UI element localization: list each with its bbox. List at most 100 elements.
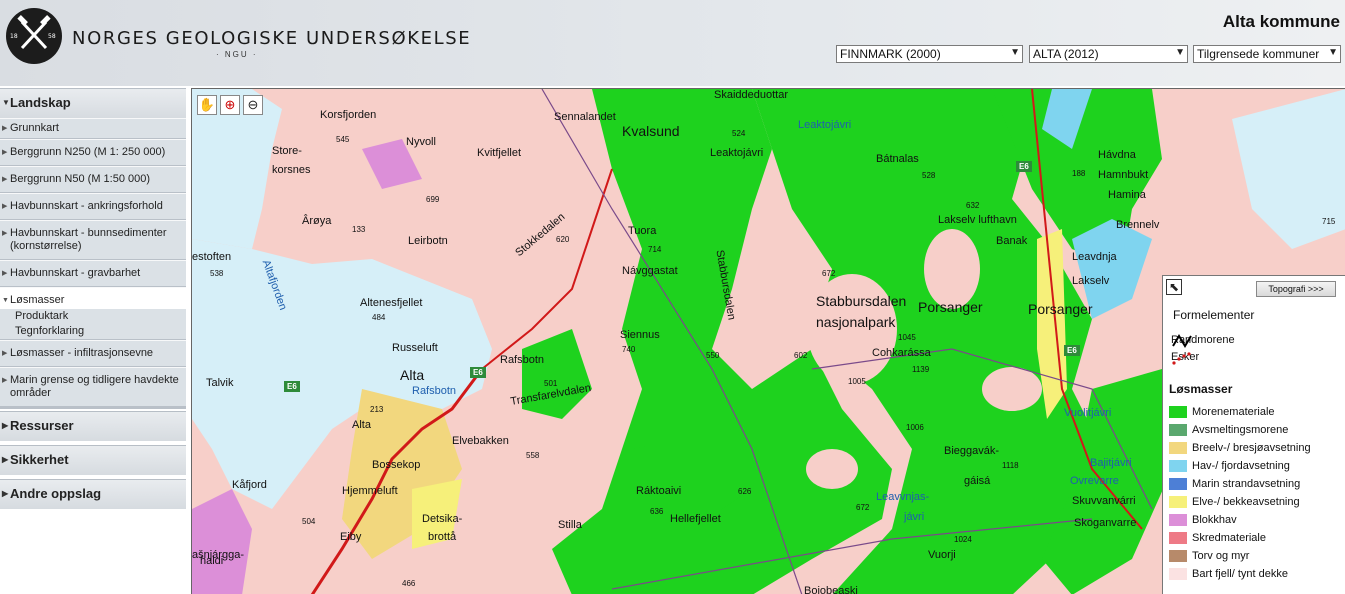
legend-swatch	[1169, 514, 1187, 526]
map-label: Kåfjord	[232, 479, 267, 491]
map-label: Rafsbotn	[500, 354, 545, 366]
legend-swatch	[1169, 496, 1187, 508]
legend-subheading: Løsmasser	[1169, 382, 1233, 396]
spot-height: 524	[732, 129, 746, 138]
sidebar-item-label: Havbunnskart - gravbarhet	[10, 267, 141, 279]
map-label: Store-	[272, 145, 302, 157]
caret-right-icon: ▶	[2, 350, 8, 357]
sidebar-subitem-tegnforklaring[interactable]: Tegnforklaring	[0, 324, 186, 340]
legend-heading: Formelementer	[1173, 308, 1255, 322]
legend-label: Hav-/ fjordavsetning	[1192, 460, 1290, 472]
map-label: Skoganvarre	[1074, 517, 1137, 529]
caret-right-icon: ▶	[2, 203, 8, 210]
caret-right-icon: ▶	[2, 230, 8, 237]
map-label: jávri	[904, 511, 925, 523]
spot-height: 672	[822, 269, 836, 278]
legend-row: Morenemateriale	[1169, 406, 1275, 418]
map-label: Porsanger	[1028, 301, 1093, 317]
randmorene-line-icon	[1172, 334, 1192, 348]
spot-height: 1139	[912, 365, 930, 374]
page-title: Alta kommune	[1222, 12, 1340, 31]
spot-height: 1024	[954, 535, 972, 544]
map-label: Hamnbukt	[1098, 169, 1149, 181]
road-shield-e6: E6	[470, 367, 486, 378]
county-select[interactable]: FINNMARK (2000) ▼	[836, 45, 1023, 63]
sidebar-item-marin-grense[interactable]: ▶ Marin grense og tidligere havdekte områ…	[0, 367, 186, 409]
legend-row: Bart fjell/ tynt dekke	[1169, 568, 1288, 580]
map-label: Leaktojávri	[710, 147, 764, 159]
category-ressurser[interactable]: ▶ Ressurser	[0, 411, 186, 441]
zoom-out-icon[interactable]: ⊖	[243, 95, 263, 115]
category-sikkerhet[interactable]: ▶ Sikkerhet	[0, 445, 186, 475]
map-label: gáisá	[964, 475, 991, 487]
caret-right-icon: ▶	[2, 421, 9, 430]
map-label: estoften	[192, 251, 232, 263]
map-toolbar: ✋ ⊕ ⊖	[197, 95, 263, 115]
map-label: Vuorji	[928, 549, 956, 561]
chevron-down-icon: ▼	[1010, 47, 1020, 58]
legend-swatch	[1169, 406, 1187, 418]
spot-height: 1118	[1002, 461, 1019, 470]
map-label: Leirbotn	[408, 235, 448, 247]
sidebar-item-berggrunn-n50[interactable]: ▶ Berggrunn N50 (M 1:50 000)	[0, 166, 186, 193]
map-label: Detsika-	[422, 513, 463, 525]
municipality-select-value: ALTA (2012)	[1033, 47, 1099, 61]
collapse-arrow-icon[interactable]: ⬉	[1166, 279, 1182, 295]
map-label: Lakselv	[1072, 275, 1110, 287]
logo-year-left: 18	[10, 33, 18, 40]
spot-height: 1045	[898, 333, 916, 342]
caret-right-icon: ▶	[2, 455, 9, 464]
legend-label: Marin strandavsetning	[1192, 478, 1301, 490]
spot-height: 504	[302, 517, 316, 526]
map-label: Skaiddeduottar	[714, 89, 788, 101]
legend-row: Marin strandavsetning	[1169, 478, 1300, 490]
spot-height: 213	[370, 405, 384, 414]
map-label: Ovrevarre	[1070, 475, 1119, 487]
sidebar-item-label: Løsmasser	[10, 294, 65, 306]
category-andre-oppslag[interactable]: ▶ Andre oppslag	[0, 479, 186, 509]
map-label: Návggastat	[622, 265, 678, 277]
spot-height: 602	[794, 351, 808, 360]
legend-row: Elve-/ bekkeavsetning	[1169, 496, 1300, 508]
caret-down-icon: ▼	[2, 98, 10, 107]
sidebar-item-havbunn-ankring[interactable]: ▶ Havbunnskart - ankringsforhold	[0, 193, 186, 220]
legend-swatch	[1169, 478, 1187, 490]
spot-height: 620	[556, 235, 570, 244]
county-select-value: FINNMARK (2000)	[840, 47, 941, 61]
map-label: Sennalandet	[554, 111, 616, 123]
pan-hand-icon[interactable]: ✋	[197, 95, 217, 115]
map-label: Kvitfjellet	[477, 147, 522, 159]
logo-year-right: 58	[48, 33, 56, 40]
neighbors-select[interactable]: Tilgrensede kommuner ▼	[1193, 45, 1341, 63]
legend-row: Skredmateriale	[1169, 532, 1266, 544]
sidebar-item-label: Berggrunn N50 (M 1:50 000)	[10, 173, 151, 185]
map-label: Hellefjellet	[670, 513, 721, 525]
map-label: Vuolitjávri	[1064, 407, 1112, 419]
topography-button[interactable]: Topografi >>>	[1256, 281, 1336, 297]
ngu-logo[interactable]: 18 58	[6, 8, 62, 64]
map-label: Leavvnjas-	[876, 491, 930, 503]
sidebar-item-berggrunn-n250[interactable]: ▶ Berggrunn N250 (M 1: 250 000)	[0, 139, 186, 166]
map-label: Alta	[352, 419, 371, 431]
sidebar-item-losmasser[interactable]: ▼ Løsmasser	[0, 287, 186, 309]
sidebar-item-havbunn-sedimenter[interactable]: ▶ Havbunnskart - bunnsedimenter (kornstør…	[0, 220, 186, 260]
road-shield-e6: E6	[284, 381, 300, 392]
map-view[interactable]: ✋ ⊕ ⊖ Store- korsnes Korsfjorden Nyvoll …	[191, 88, 1345, 594]
spot-height: 626	[738, 487, 752, 496]
map-label: Elvebakken	[452, 435, 509, 447]
sidebar-item-grunnkart[interactable]: ▶ Grunnkart	[0, 118, 186, 139]
map-label: Ârøya	[302, 215, 332, 227]
sidebar-subitem-produktark[interactable]: Produktark	[0, 309, 186, 324]
map-label: Tuora	[628, 225, 657, 237]
municipality-select[interactable]: ALTA (2012) ▼	[1029, 45, 1188, 63]
esker-line-icon	[1172, 352, 1191, 365]
sidebar-item-havbunn-gravbarhet[interactable]: ▶ Havbunnskart - gravbarhet	[0, 260, 186, 287]
map-label: Brennelv	[1116, 219, 1160, 231]
spot-height: 1005	[848, 377, 866, 386]
legend-swatch	[1169, 550, 1187, 562]
header: 18 58 NORGES GEOLOGISKE UNDERSØKELSE · N…	[0, 0, 1345, 86]
sidebar-item-losmasser-infiltrasjon[interactable]: ▶ Løsmasser - infiltrasjonsevne	[0, 340, 186, 367]
map-label: nasjonalpark	[816, 314, 896, 330]
zoom-in-icon[interactable]: ⊕	[220, 95, 240, 115]
category-landskap[interactable]: ▼ Landskap	[0, 88, 186, 118]
